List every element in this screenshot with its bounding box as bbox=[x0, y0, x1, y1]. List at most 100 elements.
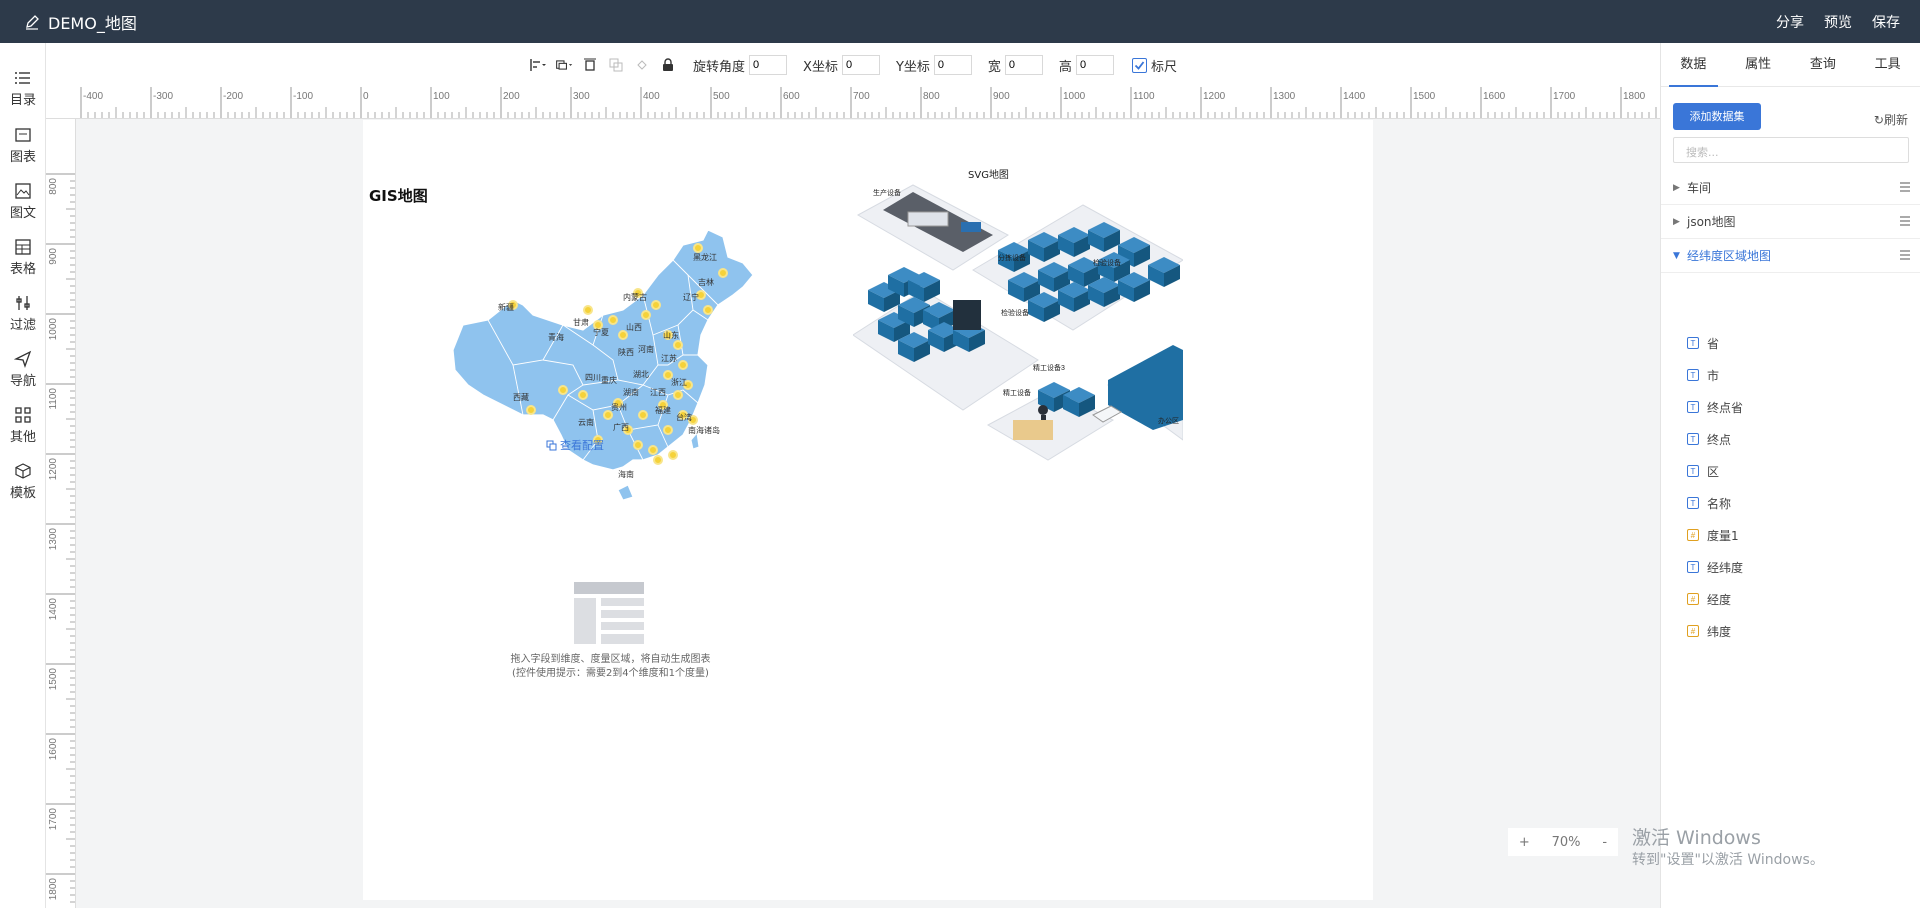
map-marker[interactable] bbox=[718, 268, 728, 278]
nav-item-navigate[interactable]: 导航 bbox=[0, 344, 46, 394]
field-item[interactable]: T区 bbox=[1687, 458, 1719, 484]
align-icon[interactable] bbox=[529, 56, 547, 74]
map-marker[interactable] bbox=[603, 410, 613, 420]
map-region-label: 湖南 bbox=[623, 387, 639, 397]
field-item[interactable]: T 终点 bbox=[1687, 426, 1731, 452]
dimension-icon: T bbox=[1687, 401, 1699, 413]
edit-icon[interactable] bbox=[24, 14, 40, 30]
map-marker[interactable] bbox=[651, 300, 661, 310]
field-item[interactable]: T 名称 bbox=[1687, 490, 1731, 516]
map-marker[interactable] bbox=[673, 340, 683, 350]
map-region-label: 内蒙古 bbox=[623, 292, 647, 302]
zoom-in-button[interactable]: + bbox=[1519, 835, 1530, 850]
nav-item-template[interactable]: 模板 bbox=[0, 456, 46, 506]
tab-properties[interactable]: 属性 bbox=[1726, 43, 1791, 86]
field-item[interactable]: # 纬度 bbox=[1687, 618, 1731, 644]
ruler-tick-label: 600 bbox=[783, 91, 800, 102]
field-item[interactable]: T省 bbox=[1687, 330, 1719, 356]
ruler-tick-label: -400 bbox=[83, 91, 103, 102]
map-marker[interactable] bbox=[633, 440, 643, 450]
ruler-tick-label: 1300 bbox=[1273, 91, 1296, 102]
map-marker[interactable] bbox=[558, 385, 568, 395]
distribute-icon[interactable] bbox=[581, 56, 599, 74]
factory-svg-map[interactable]: 生产设备分拣设备检验设备检验设备办公区精工设备3精工设备 bbox=[853, 180, 1183, 520]
map-marker[interactable] bbox=[673, 390, 683, 400]
menu-icon[interactable] bbox=[1899, 181, 1911, 196]
field-item[interactable]: # 度量1 bbox=[1687, 522, 1739, 548]
svg-map-title: SVG地图 bbox=[968, 170, 1009, 181]
dataset-item[interactable]: ▶ json地图 bbox=[1661, 205, 1920, 239]
canvas-area[interactable]: GIS地图 新疆 西藏 青海 甘肃 内蒙古 黑龙江 吉林 辽宁 宁夏 陕西 山西… bbox=[77, 120, 1660, 908]
map-marker[interactable] bbox=[678, 360, 688, 370]
tab-data[interactable]: 数据 bbox=[1661, 43, 1726, 87]
y-input[interactable] bbox=[933, 55, 972, 75]
nav-item-catalog[interactable]: 目录 bbox=[0, 63, 46, 113]
ruler-tick-label: 1500 bbox=[48, 668, 59, 691]
height-input[interactable] bbox=[1075, 55, 1114, 75]
view-config-link[interactable]: 查看配置 bbox=[546, 437, 604, 453]
map-marker[interactable] bbox=[703, 305, 713, 315]
check-icon bbox=[1134, 60, 1145, 70]
ruler-tick-label: 1500 bbox=[1413, 91, 1436, 102]
field-item[interactable]: T市 bbox=[1687, 362, 1719, 388]
refresh-button[interactable]: ↻刷新 bbox=[1874, 111, 1908, 128]
x-input[interactable] bbox=[841, 55, 880, 75]
map-marker[interactable] bbox=[618, 330, 628, 340]
tab-query[interactable]: 查询 bbox=[1791, 43, 1856, 86]
add-dataset-button[interactable]: 添加数据集 bbox=[1673, 103, 1761, 130]
width-input[interactable] bbox=[1004, 55, 1043, 75]
field-name: 经纬度 bbox=[1707, 560, 1744, 575]
ruler-toggle[interactable]: 标尺 bbox=[1131, 56, 1177, 75]
field-item[interactable]: T 经纬度 bbox=[1687, 554, 1743, 580]
map-marker[interactable] bbox=[578, 390, 588, 400]
map-marker[interactable] bbox=[526, 405, 536, 415]
ungroup-icon[interactable] bbox=[633, 56, 651, 74]
map-region-label: 新疆 bbox=[498, 302, 514, 312]
placeholder-hint: 拖入字段到维度、度量区域，将自动生成图表 (控件使用提示：需要2到4个维度和1个… bbox=[463, 653, 758, 681]
dataset-item-active[interactable]: ▼ 经纬度区域地图 bbox=[1661, 239, 1920, 273]
ruler-checkbox[interactable] bbox=[1131, 57, 1147, 73]
chart-icon bbox=[15, 128, 31, 142]
ruler-tick-label: 700 bbox=[853, 91, 870, 102]
save-button[interactable]: 保存 bbox=[1872, 12, 1900, 32]
nav-item-chart[interactable]: 图表 bbox=[0, 120, 46, 170]
map-marker[interactable] bbox=[663, 425, 673, 435]
menu-icon[interactable] bbox=[1899, 249, 1911, 264]
nav-item-table[interactable]: 表格 bbox=[0, 232, 46, 282]
field-item[interactable]: T 终点省 bbox=[1687, 394, 1743, 420]
menu-icon[interactable] bbox=[1899, 215, 1911, 230]
dataset-search-input[interactable]: 搜索... bbox=[1673, 137, 1909, 163]
nav-item-filter[interactable]: 过滤 bbox=[0, 288, 46, 338]
report-page[interactable]: GIS地图 新疆 西藏 青海 甘肃 内蒙古 黑龙江 吉林 辽宁 宁夏 陕西 山西… bbox=[363, 120, 1373, 900]
map-marker[interactable] bbox=[653, 455, 663, 465]
map-region-label: 青海 bbox=[548, 332, 564, 342]
group-icon[interactable] bbox=[607, 56, 625, 74]
map-marker[interactable] bbox=[583, 305, 593, 315]
ruler-tick-label: -300 bbox=[153, 91, 173, 102]
map-region-label: 浙江 bbox=[671, 377, 687, 387]
map-marker[interactable] bbox=[668, 450, 678, 460]
map-marker[interactable] bbox=[608, 315, 618, 325]
dataset-item[interactable]: ▶ 车间 bbox=[1661, 171, 1920, 205]
china-map[interactable]: 新疆西藏 青海甘肃 内蒙古 黑龙江吉林辽宁宁夏陕西 山西山东河南江苏四川 重庆 湖北浙江湖南… bbox=[443, 215, 783, 505]
share-button[interactable]: 分享 bbox=[1776, 12, 1804, 32]
nav-item-image-text[interactable]: 图文 bbox=[0, 176, 46, 226]
rotate-label: 旋转角度 bbox=[693, 59, 746, 75]
nav-item-other[interactable]: 其他 bbox=[0, 400, 46, 450]
map-marker[interactable] bbox=[641, 310, 651, 320]
field-item[interactable]: # 经度 bbox=[1687, 586, 1731, 612]
map-marker[interactable] bbox=[693, 243, 703, 253]
ruler-tick-label: 1200 bbox=[48, 458, 59, 481]
vertical-ruler[interactable]: 800 900 1000 1100 1200 1300 1400 1500 1600 1700 18… bbox=[46, 119, 76, 908]
lock-icon[interactable] bbox=[659, 56, 677, 74]
placeholder-line-2: (控件使用提示：需要2到4个维度和1个度量) bbox=[512, 668, 709, 679]
map-marker[interactable] bbox=[638, 410, 648, 420]
field-name: 省 bbox=[1707, 336, 1720, 351]
preview-button[interactable]: 预览 bbox=[1824, 12, 1852, 32]
zoom-out-button[interactable]: - bbox=[1602, 835, 1607, 850]
layer-icon[interactable] bbox=[555, 56, 573, 74]
tab-tools[interactable]: 工具 bbox=[1855, 43, 1920, 86]
map-marker[interactable] bbox=[648, 445, 658, 455]
horizontal-ruler[interactable]: -400 -300 -200 -100 0 100 200 300 400 500 600 700 80… bbox=[46, 87, 1660, 119]
rotate-input[interactable] bbox=[749, 55, 788, 75]
